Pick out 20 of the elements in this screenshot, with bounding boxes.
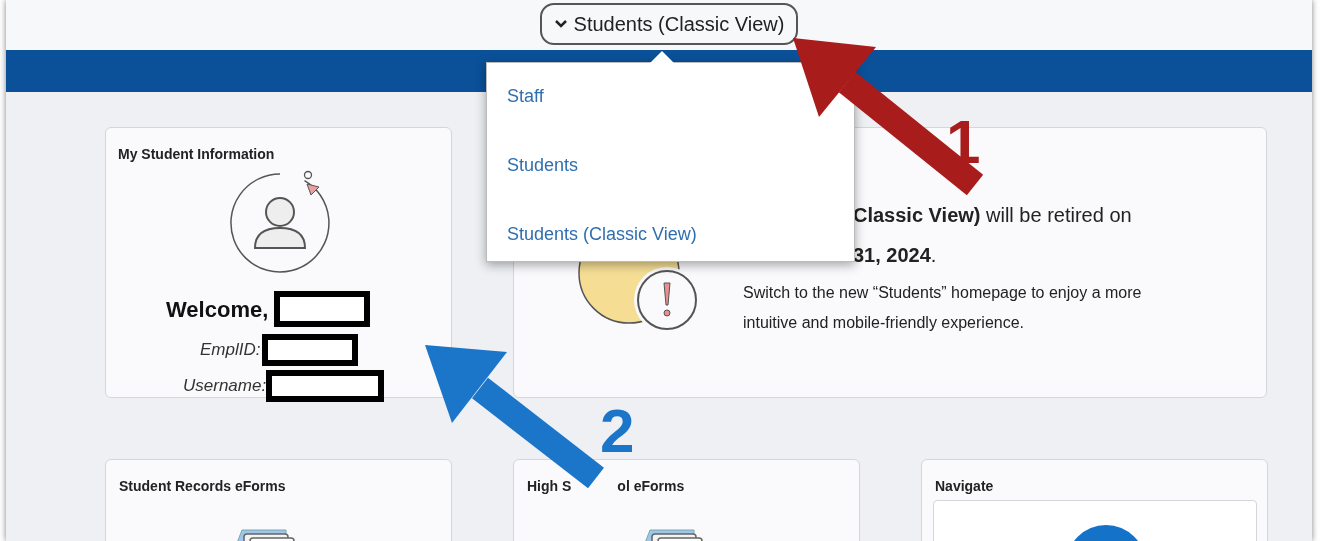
chevron-down-icon — [553, 19, 568, 29]
menu-item[interactable]: Students (Classic View) — [507, 221, 697, 248]
welcome-text: Welcome, — [166, 295, 269, 324]
emplid-label: EmplID: — [200, 339, 261, 362]
tile-title: High S — [527, 477, 572, 496]
tile[interactable]: Student Records eForms — [105, 459, 452, 541]
notice-heading: Classic View) will be retired on — [853, 203, 1132, 228]
tile[interactable]: Navigate — [921, 459, 1268, 541]
menu-item[interactable]: Students — [507, 152, 579, 179]
tile[interactable]: High S ol eForms — [513, 459, 860, 541]
notice-heading: 31, 2024. — [853, 243, 937, 268]
menu-item[interactable]: Staff — [507, 83, 544, 110]
profile-icon — [227, 170, 333, 276]
username-label: Username: — [183, 375, 267, 398]
tile-title: Navigate — [935, 477, 994, 496]
tile-title: ol eForms — [617, 477, 685, 496]
tile-title: Student Records eForms — [119, 477, 286, 496]
tile-title: My Student Information — [118, 145, 275, 164]
notice-message: Switch to the new “Students” homepage to enjoy a more intuitive and mobile-friendly experience. — [743, 283, 1143, 333]
homepage-selector[interactable]: Students (Classic View) — [539, 3, 799, 45]
